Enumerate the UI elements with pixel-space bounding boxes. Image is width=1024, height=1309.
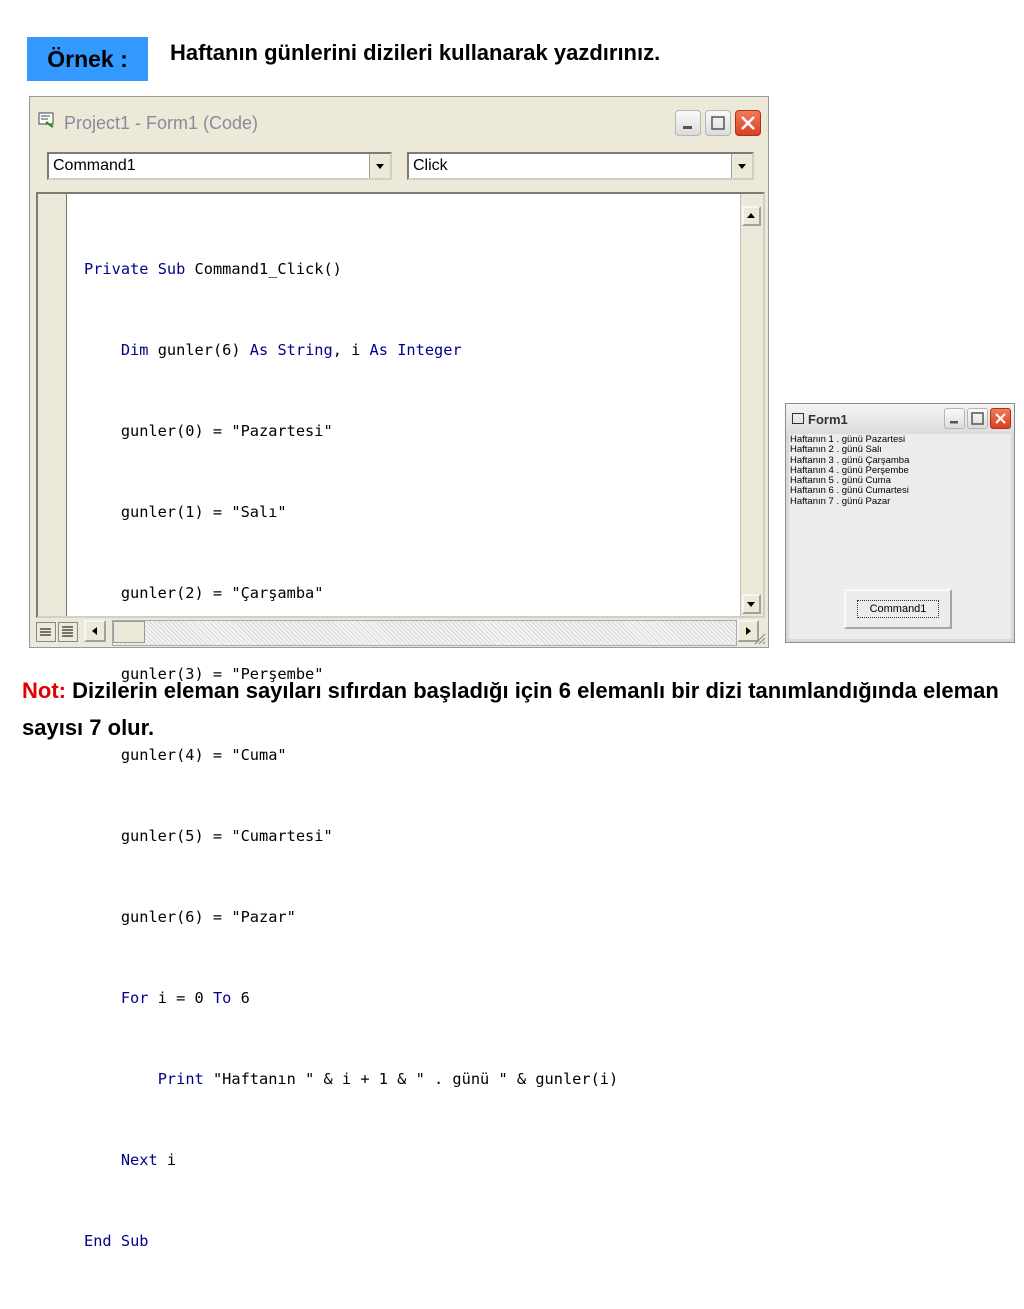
- object-combo-value: Command1: [53, 157, 136, 174]
- scroll-down-button[interactable]: [742, 594, 761, 614]
- minimize-icon: [683, 126, 692, 129]
- form-maximize-button[interactable]: [967, 408, 988, 429]
- slide-title: Haftanın günlerini dizileri kullanarak y…: [170, 40, 661, 65]
- full-module-view-icon: [62, 626, 73, 637]
- code-line: End Sub: [84, 1232, 149, 1250]
- form-icon: [792, 413, 804, 424]
- margin-indicator-bar: [38, 194, 67, 616]
- output-line: Haftanın 7 . günü Pazar: [790, 495, 891, 507]
- minimize-icon: [950, 421, 958, 424]
- form-close-button[interactable]: [990, 408, 1011, 429]
- horizontal-scrollbar[interactable]: [112, 620, 737, 646]
- maximize-button[interactable]: [705, 110, 731, 136]
- full-module-view-button[interactable]: [58, 622, 78, 642]
- form-minimize-button[interactable]: [944, 408, 965, 429]
- scroll-left-button[interactable]: [84, 620, 106, 642]
- form1-title: Form1: [808, 412, 848, 427]
- combo-bar: Command1 Click: [30, 143, 768, 189]
- procedure-combo-arrow[interactable]: [731, 154, 752, 178]
- dropdown-arrow-icon: [376, 164, 384, 169]
- form1-titlebar[interactable]: Form1: [786, 404, 1014, 434]
- object-combo-arrow[interactable]: [369, 154, 390, 178]
- object-combo[interactable]: Command1: [47, 152, 392, 180]
- close-icon: [741, 116, 755, 130]
- note-paragraph: Not: Dizilerin eleman sayıları sıfırdan …: [22, 672, 1002, 746]
- scroll-down-icon: [747, 602, 755, 607]
- form1-window: Form1 Haftanın 1 . günü Pazartesi Haftan…: [785, 403, 1015, 643]
- code-line: Next i: [120, 1151, 177, 1169]
- code-line: gunler(4) = "Cuma": [84, 746, 287, 764]
- note-text: Dizilerin eleman sayıları sıfırdan başla…: [22, 678, 999, 740]
- code-window-titlebar[interactable]: Project1 - Form1 (Code): [30, 97, 768, 143]
- procedure-combo[interactable]: Click: [407, 152, 754, 180]
- form-print-output: Haftanın 1 . günü Pazartesi Haftanın 2 .…: [790, 434, 909, 507]
- horizontal-scroll-thumb[interactable]: [113, 621, 145, 643]
- vertical-scrollbar[interactable]: [740, 194, 763, 616]
- code-line: gunler(5) = "Cumartesi": [84, 827, 333, 845]
- code-window-icon: [38, 112, 54, 128]
- procedure-combo-value: Click: [413, 157, 448, 174]
- scroll-up-icon: [747, 213, 755, 218]
- code-line: For i = 0 To 6: [120, 989, 250, 1007]
- code-text[interactable]: Private Sub Command1_Click() Dim gunler(…: [84, 202, 618, 1309]
- maximize-icon: [711, 116, 725, 130]
- code-line: gunler(0) = "Pazartesi": [84, 422, 333, 440]
- close-icon: [995, 413, 1006, 424]
- scroll-left-icon: [92, 627, 97, 635]
- code-line: gunler(1) = "Salı": [84, 503, 287, 521]
- procedure-view-icon: [40, 628, 51, 636]
- code-line: gunler(6) = "Pazar": [84, 908, 296, 926]
- minimize-button[interactable]: [675, 110, 701, 136]
- maximize-icon: [971, 412, 984, 425]
- code-line: gunler(2) = "Çarşamba": [84, 584, 324, 602]
- code-line: Dim gunler(6) As String, i As Integer: [120, 341, 462, 359]
- code-window: Project1 - Form1 (Code) Command1 Click P…: [29, 96, 769, 1250]
- code-window-footer: [30, 618, 768, 647]
- resize-grip-icon[interactable]: [752, 631, 766, 645]
- form1-client-area: Haftanın 1 . günü Pazartesi Haftanın 2 .…: [789, 434, 1011, 639]
- dropdown-arrow-icon: [738, 164, 746, 169]
- code-editor[interactable]: Private Sub Command1_Click() Dim gunler(…: [36, 192, 765, 1250]
- code-window-title: Project1 - Form1 (Code): [64, 113, 259, 133]
- scroll-up-button[interactable]: [742, 206, 761, 226]
- note-label: Not:: [22, 678, 66, 703]
- code-line: Print "Haftanın " & i + 1 & " . günü " &…: [157, 1070, 619, 1088]
- example-badge: Örnek :: [27, 37, 148, 81]
- close-button[interactable]: [735, 110, 761, 136]
- command1-button[interactable]: Command1: [844, 589, 952, 629]
- code-line: Private Sub Command1_Click(): [84, 260, 342, 278]
- command1-button-label: Command1: [856, 600, 940, 618]
- procedure-view-button[interactable]: [36, 622, 56, 642]
